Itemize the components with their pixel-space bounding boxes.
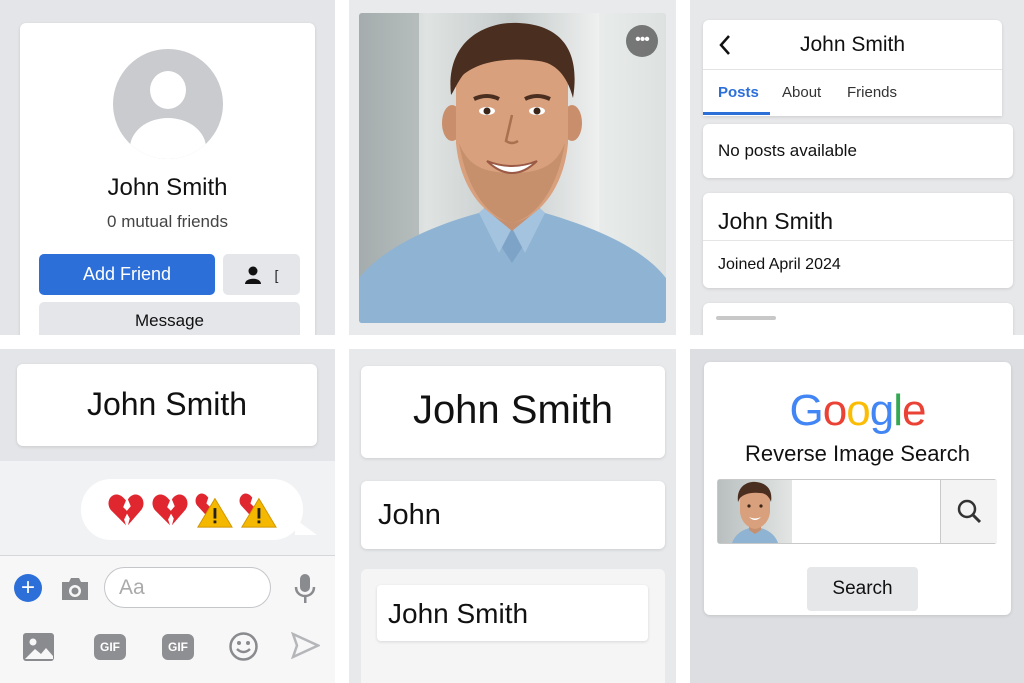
name-card-large: John Smith: [361, 366, 665, 458]
joined-date: Joined April 2024: [718, 256, 841, 273]
name-card-first: John: [361, 481, 665, 549]
tab-about[interactable]: About: [782, 84, 821, 101]
active-tab-indicator: [703, 112, 770, 115]
contact-name: John Smith: [86, 386, 248, 422]
emoji-icon[interactable]: [229, 632, 258, 661]
search-icon-button[interactable]: [940, 480, 997, 543]
name-card-large-text: John Smith: [412, 388, 614, 432]
add-friend-button[interactable]: Add Friend: [39, 254, 215, 295]
tab-posts[interactable]: Posts: [718, 84, 759, 101]
uploaded-image-thumbnail: [718, 480, 792, 543]
broken-heart-icon: [152, 494, 188, 525]
profile-name: John Smith: [107, 174, 228, 201]
message-button[interactable]: Message: [39, 302, 300, 335]
info-name: John Smith: [718, 208, 834, 234]
name-card-inner-text: John Smith: [388, 598, 529, 629]
person-icon: [244, 266, 261, 284]
messenger-panel: John Smith + Aa GIF GIF: [0, 349, 335, 683]
broken-heart-icon: [108, 494, 144, 525]
man-portrait-image: [359, 13, 666, 323]
friend-options-button[interactable]: [: [223, 254, 300, 295]
button-bracket: [: [274, 266, 279, 283]
header-divider: [703, 69, 1002, 70]
page-title: John Smith: [799, 33, 906, 56]
name-card-first-text: John: [378, 499, 441, 531]
message-bubble[interactable]: [81, 479, 303, 540]
reverse-search-panel: Google Reverse Image Search Search: [690, 349, 1024, 683]
profile-info-card: John Smith Joined April 2024: [703, 193, 1013, 288]
search-icon: [957, 499, 982, 524]
loading-card: [703, 303, 1013, 335]
google-logo: Google: [789, 386, 927, 435]
message-input[interactable]: Aa: [104, 567, 271, 608]
plus-icon[interactable]: +: [14, 574, 42, 602]
broken-heart-warning-icon: [239, 493, 277, 528]
contact-name-card: John Smith: [17, 364, 317, 446]
name-cards-panel: John Smith John John Smith: [349, 349, 676, 683]
profile-header: John Smith Posts About Friends: [703, 20, 1002, 116]
gif-icon[interactable]: GIF: [94, 634, 126, 660]
mutual-friends-count: 0 mutual friends: [107, 212, 228, 231]
send-icon[interactable]: [291, 632, 320, 659]
broken-heart-warning-icon: [195, 493, 233, 528]
no-posts-card: No posts available: [703, 124, 1013, 178]
placeholder-bar: [716, 316, 776, 320]
default-avatar-icon: [113, 49, 223, 159]
tab-friends[interactable]: Friends: [847, 84, 897, 101]
camera-icon[interactable]: [59, 576, 91, 602]
reverse-search-subtitle: Reverse Image Search: [745, 441, 970, 466]
image-search-field[interactable]: [717, 479, 997, 544]
gif-sticker-icon[interactable]: GIF: [162, 634, 194, 660]
profile-card-panel: John Smith 0 mutual friends Add Friend […: [0, 0, 335, 335]
profile-photo[interactable]: [359, 13, 666, 323]
more-options-button[interactable]: •••: [626, 25, 658, 57]
search-button[interactable]: Search: [807, 567, 918, 611]
microphone-icon[interactable]: [293, 573, 317, 605]
image-icon[interactable]: [22, 632, 55, 662]
photo-panel: •••: [349, 0, 676, 335]
reverse-search-card: Google Reverse Image Search Search: [704, 362, 1011, 615]
no-posts-text: No posts available: [718, 141, 857, 160]
name-card-inner: John Smith: [377, 585, 648, 641]
info-divider: [703, 240, 1013, 241]
profile-page-panel: John Smith Posts About Friends No posts …: [690, 0, 1024, 335]
